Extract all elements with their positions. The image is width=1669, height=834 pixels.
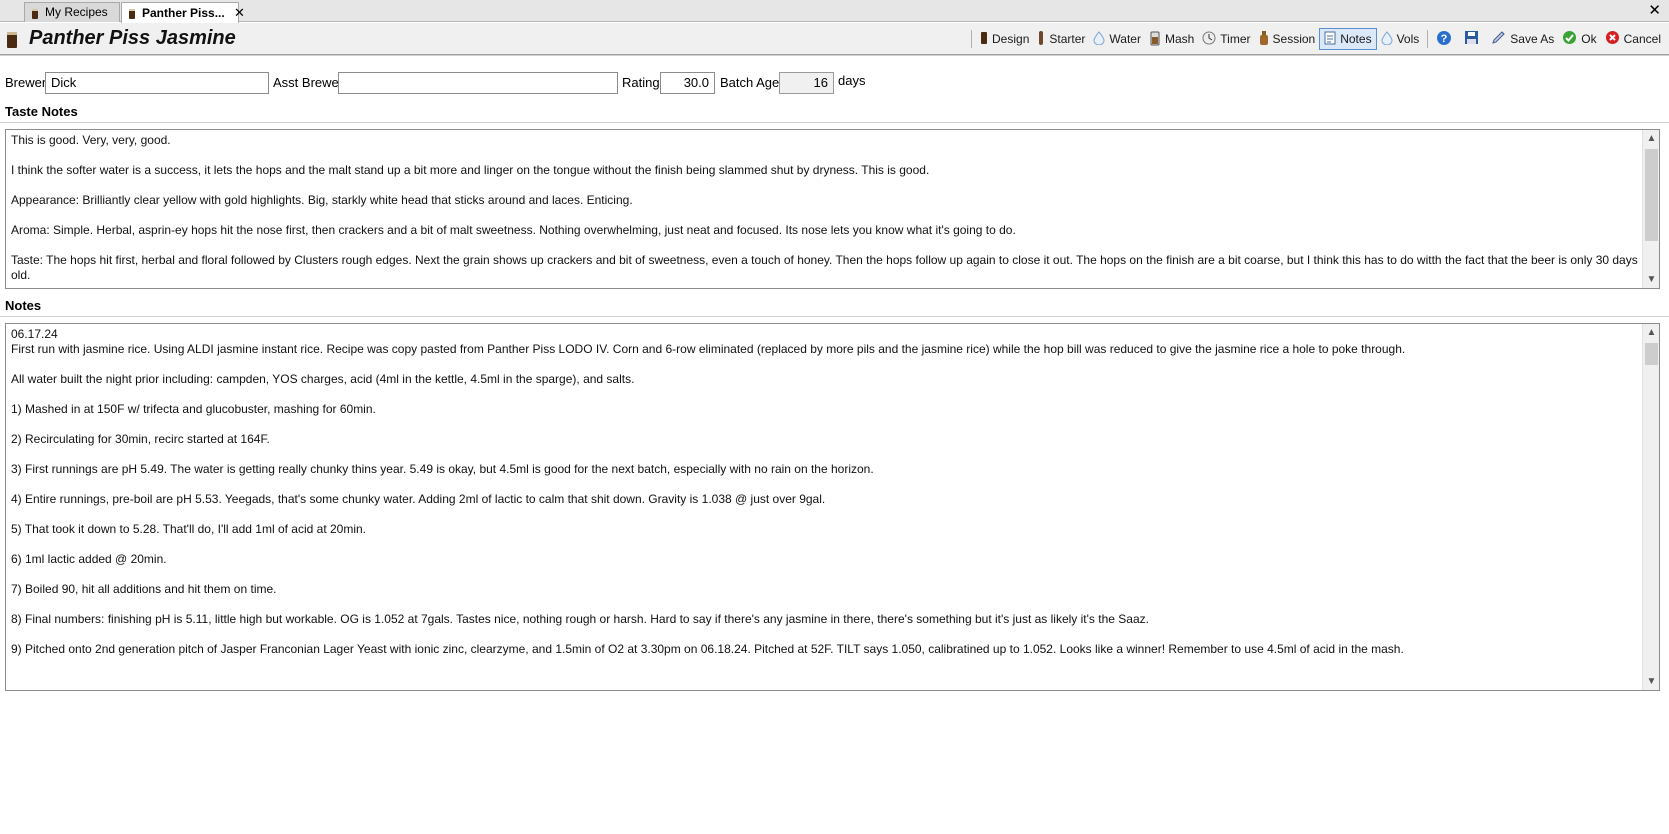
notes-paragraph: 4) Entire runnings, pre-boil are pH 5.53… (11, 492, 826, 506)
design-label: Design (992, 32, 1030, 46)
tab-label: Panther Piss... (142, 6, 225, 20)
design-button[interactable]: Design (976, 28, 1033, 50)
header-divider (0, 55, 1669, 56)
batch-age-field: 16 (779, 72, 834, 94)
taste-notes-scrollbar[interactable]: ▲ ▼ (1642, 130, 1659, 288)
toolbar: Design Starter Water Mash Timer Session … (967, 27, 1665, 51)
bottle-icon (1259, 30, 1269, 49)
scroll-down-icon[interactable]: ▼ (1643, 271, 1659, 288)
help-icon: ? (1436, 30, 1452, 49)
water-button[interactable]: Water (1089, 28, 1145, 50)
save-as-button[interactable]: Save As (1487, 28, 1558, 50)
mash-label: Mash (1164, 32, 1195, 46)
notes-paragraph: All water built the night prior includin… (11, 372, 635, 386)
taste-notes-content: This is good. Very, very, good. I think … (11, 133, 1639, 288)
save-button[interactable] (1460, 28, 1487, 50)
notes-paragraph: 5) That took it down to 5.28. That'll do… (11, 522, 367, 536)
ok-button[interactable]: Ok (1558, 28, 1600, 50)
rating-label: Rating (622, 75, 660, 90)
notes-paragraph: 1) Mashed in at 150F w/ trifecta and glu… (11, 402, 376, 416)
taste-note-paragraph: Taste: The hops hit first, herbal and fl… (11, 253, 1638, 282)
cancel-icon (1605, 30, 1620, 48)
scroll-thumb[interactable] (1645, 149, 1658, 241)
taste-note-paragraph: Appearance: Brilliantly clear yellow wit… (11, 193, 633, 207)
notes-paragraph: 6) 1ml lactic added @ 20min. (11, 552, 167, 566)
timer-button[interactable]: Timer (1198, 28, 1254, 50)
tab-strip: My Recipes Panther Piss... ✕ ✕ (0, 0, 1669, 23)
mash-button[interactable]: Mash (1145, 28, 1198, 50)
toolbar-separator (971, 30, 973, 48)
cancel-button[interactable]: Cancel (1601, 28, 1665, 50)
notes-scrollbar[interactable]: ▲ ▼ (1642, 324, 1659, 690)
flask-icon (1037, 30, 1045, 49)
tab-close-icon[interactable]: ✕ (234, 3, 245, 22)
taste-note-paragraph: Aroma: Simple. Herbal, asprin-ey hops hi… (11, 223, 1016, 237)
notepad-icon (1324, 31, 1336, 48)
mash-tun-icon (1149, 30, 1161, 49)
notes-textarea[interactable]: 06.17.24 First run with jasmine rice. Us… (5, 323, 1660, 691)
beer-glass-icon (980, 31, 988, 48)
water-drop-icon (1093, 30, 1105, 48)
notes-paragraph: 2) Recirculating for 30min, recirc start… (11, 432, 270, 446)
water-drop-icon (1381, 30, 1393, 48)
taste-note-paragraph: This is good. Very, very, good. (11, 133, 171, 147)
notes-paragraph: 8) Final numbers: finishing pH is 5.11, … (11, 612, 1149, 626)
floppy-disk-icon (1464, 30, 1479, 48)
recipe-title: Panther Piss Jasmine (29, 27, 236, 49)
notes-label: Notes (1340, 32, 1372, 46)
starter-label: Starter (1049, 32, 1086, 46)
asst-brewer-input[interactable] (338, 72, 618, 94)
taste-notes-header: Taste Notes (5, 104, 78, 119)
batch-age-label: Batch Age (720, 75, 780, 90)
scroll-down-icon[interactable]: ▼ (1643, 673, 1659, 690)
pencil-icon (1491, 30, 1506, 48)
notes-button[interactable]: Notes (1319, 28, 1377, 50)
clock-icon (1202, 31, 1216, 48)
notes-date: 06.17.24 (11, 327, 58, 341)
session-label: Session (1272, 32, 1316, 46)
notes-header: Notes (5, 298, 42, 313)
vols-button[interactable]: Vols (1377, 28, 1424, 50)
save-as-label: Save As (1510, 32, 1555, 46)
beer-glass-icon (6, 31, 18, 52)
scroll-up-icon[interactable]: ▲ (1643, 324, 1659, 341)
window-close-icon[interactable]: ✕ (1648, 1, 1661, 21)
water-label: Water (1109, 32, 1141, 46)
brewer-label: Brewer (5, 75, 47, 90)
section-divider (0, 316, 1669, 317)
timer-label: Timer (1220, 32, 1251, 46)
toolbar-separator (1427, 30, 1429, 48)
svg-text:?: ? (1441, 33, 1448, 45)
notes-paragraph: 9) Pitched onto 2nd generation pitch of … (11, 642, 1404, 656)
tab-my-recipes[interactable]: My Recipes (24, 2, 120, 22)
ok-label: Ok (1581, 32, 1597, 46)
notes-paragraph: First run with jasmine rice. Using ALDI … (11, 342, 1406, 356)
cancel-label: Cancel (1623, 32, 1661, 46)
session-button[interactable]: Session (1255, 28, 1320, 50)
tab-panther-piss[interactable]: Panther Piss... ✕ (121, 2, 245, 23)
scroll-up-icon[interactable]: ▲ (1643, 130, 1659, 147)
taste-notes-textarea[interactable]: This is good. Very, very, good. I think … (5, 129, 1660, 289)
section-divider (0, 122, 1669, 123)
help-button[interactable]: ? (1432, 28, 1460, 50)
recipe-header: Panther Piss Jasmine Design Starter Wate… (0, 23, 1669, 55)
brewer-input[interactable]: Dick (45, 72, 269, 94)
rating-input[interactable]: 30.0 (660, 72, 715, 94)
notes-content: 06.17.24 First run with jasmine rice. Us… (11, 327, 1639, 672)
tab-label: My Recipes (45, 5, 108, 19)
batch-age-unit: days (838, 73, 866, 88)
notes-paragraph: 7) Boiled 90, hit all additions and hit … (11, 582, 277, 596)
checkmark-icon (1562, 30, 1577, 48)
asst-brewer-label: Asst Brewer (273, 75, 344, 90)
starter-button[interactable]: Starter (1033, 28, 1089, 50)
taste-note-paragraph: I think the softer water is a success, i… (11, 163, 930, 177)
vols-label: Vols (1396, 32, 1420, 46)
scroll-thumb[interactable] (1645, 343, 1658, 365)
notes-paragraph: 3) First runnings are pH 5.49. The water… (11, 462, 874, 476)
